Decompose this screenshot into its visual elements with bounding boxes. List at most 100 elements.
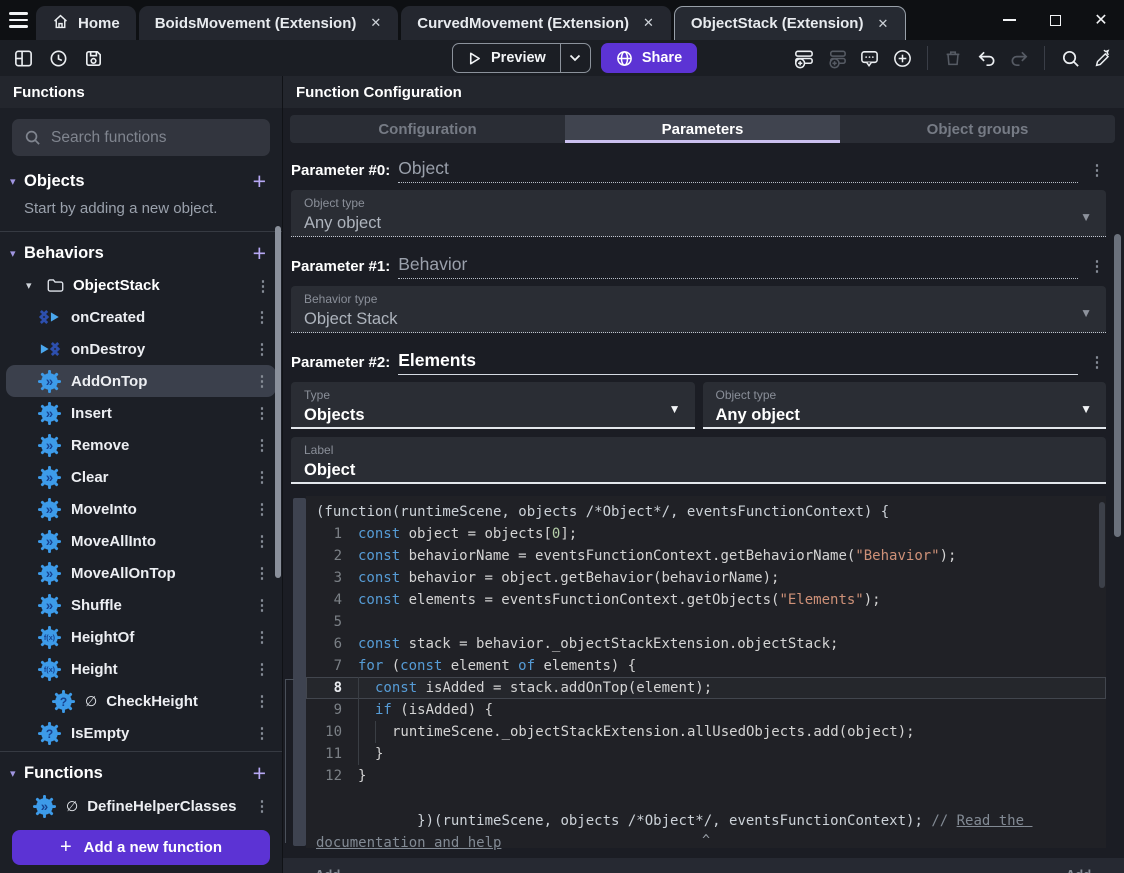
field-value: Objects [304, 406, 365, 424]
section-objects-label: Objects [24, 171, 85, 190]
group-menu-button[interactable]: ⋮ [254, 277, 272, 295]
share-button-label: Share [641, 50, 683, 66]
sidebar-item-clear[interactable]: » Clear ⋮ [6, 461, 276, 493]
item-menu-button[interactable]: ⋮ [253, 500, 271, 518]
edit-magic-pencil-icon[interactable] [1090, 45, 1116, 71]
sidebar-item-definehelperclasses[interactable]: » ∅ DefineHelperClasses ⋮ [6, 790, 276, 822]
add-condition-link[interactable]: Add... [315, 867, 351, 873]
expression-gear-icon: f(x) [38, 657, 61, 681]
add-circle-icon[interactable] [889, 45, 915, 71]
item-menu-button[interactable]: ⋮ [253, 468, 271, 486]
preview-button[interactable]: Preview [452, 43, 591, 73]
item-menu-button[interactable]: ⋮ [253, 692, 271, 710]
save-icon[interactable] [80, 45, 106, 71]
line-content: for (const element of elements) { [358, 655, 636, 677]
sidebar-item-checkheight[interactable]: ? ∅ CheckHeight ⋮ [6, 685, 276, 717]
parameter-name-input[interactable]: Elements [398, 350, 1078, 375]
tab-object-groups[interactable]: Object groups [840, 115, 1115, 143]
panels-layout-icon[interactable] [10, 45, 36, 71]
close-tab-icon[interactable]: ✕ [642, 15, 655, 31]
maximize-button[interactable] [1032, 0, 1078, 40]
delete-icon[interactable] [940, 45, 966, 71]
sidebar-item-addontop[interactable]: » AddOnTop ⋮ [6, 365, 276, 397]
add-event-icon[interactable] [790, 45, 816, 71]
editor-resize-handle[interactable]: ^ [702, 834, 710, 847]
sidebar-item-moveinto[interactable]: » MoveInto ⋮ [6, 493, 276, 525]
section-behaviors[interactable]: ▾ Behaviors + [0, 236, 282, 270]
tab-configuration[interactable]: Configuration [290, 115, 565, 143]
add-object-button[interactable]: + [253, 170, 266, 193]
add-action-link[interactable]: Add... [1066, 867, 1102, 873]
sidebar-item-ondestroy[interactable]: onDestroy ⋮ [6, 333, 276, 365]
preview-button-main[interactable]: Preview [453, 50, 560, 66]
select-object-type[interactable]: Object type Any object ▼ [291, 190, 1106, 237]
sidebar-item-height[interactable]: f(x) Height ⋮ [6, 653, 276, 685]
toolbar-separator [1044, 46, 1045, 70]
close-tab-icon[interactable]: ✕ [876, 16, 889, 32]
redo-icon[interactable] [1006, 45, 1032, 71]
item-menu-button[interactable]: ⋮ [253, 596, 271, 614]
add-comment-icon[interactable] [856, 45, 882, 71]
event-drag-handle[interactable] [293, 498, 306, 846]
add-function-plus-button[interactable]: + [253, 762, 266, 785]
section-functions[interactable]: ▾ Functions + [0, 756, 282, 790]
select-behavior-type[interactable]: Behavior type Object Stack ▼ [291, 286, 1106, 333]
tab-boidsmovement-extension-[interactable]: BoidsMovement (Extension) ✕ [138, 6, 399, 40]
tab-curvedmovement-extension-[interactable]: CurvedMovement (Extension) ✕ [401, 6, 671, 40]
tab-home[interactable]: Home [36, 6, 136, 40]
parameter-name-input[interactable]: Behavior [398, 254, 1078, 279]
search-functions-input[interactable] [51, 128, 258, 147]
history-icon[interactable] [45, 45, 71, 71]
main-menu-button[interactable] [0, 0, 36, 40]
sidebar-item-moveallinto[interactable]: » MoveAllInto ⋮ [6, 525, 276, 557]
section-objects[interactable]: ▾ Objects + [0, 164, 282, 198]
item-menu-button[interactable]: ⋮ [253, 564, 271, 582]
close-tab-icon[interactable]: ✕ [369, 15, 382, 31]
javascript-code-event: (function(runtimeScene, objects /*Object… [285, 496, 1106, 851]
item-menu-button[interactable]: ⋮ [253, 660, 271, 678]
sidebar-item-moveallontop[interactable]: » MoveAllOnTop ⋮ [6, 557, 276, 589]
close-window-button[interactable]: ✕ [1078, 0, 1124, 40]
item-menu-button[interactable]: ⋮ [253, 532, 271, 550]
tab-parameters[interactable]: Parameters [565, 115, 840, 143]
sidebar-item-label: Clear [71, 468, 109, 486]
parameter-menu-button[interactable]: ⋮ [1088, 161, 1106, 183]
sidebar-item-heightof[interactable]: f(x) HeightOf ⋮ [6, 621, 276, 653]
search-functions-box[interactable] [12, 119, 270, 156]
add-new-function-button[interactable]: + Add a new function [12, 830, 270, 865]
item-menu-button[interactable]: ⋮ [253, 436, 271, 454]
item-menu-button[interactable]: ⋮ [253, 340, 271, 358]
action-gear-icon: » [38, 433, 61, 457]
item-menu-button[interactable]: ⋮ [253, 404, 271, 422]
item-menu-button[interactable]: ⋮ [253, 724, 271, 742]
sidebar-item-oncreated[interactable]: onCreated ⋮ [6, 301, 276, 333]
search-icon[interactable] [1057, 45, 1083, 71]
item-menu-button[interactable]: ⋮ [253, 372, 271, 390]
item-menu-button[interactable]: ⋮ [253, 308, 271, 326]
add-behavior-button[interactable]: + [253, 242, 266, 265]
add-subevent-icon[interactable] [823, 45, 849, 71]
item-menu-button[interactable]: ⋮ [253, 628, 271, 646]
parameter-name-input[interactable]: Object [398, 158, 1078, 183]
share-button[interactable]: Share [600, 43, 698, 73]
sidebar-item-shuffle[interactable]: » Shuffle ⋮ [6, 589, 276, 621]
select-type[interactable]: Type Objects ▼ [291, 382, 695, 429]
preview-options-dropdown[interactable] [559, 44, 590, 72]
sidebar-scrollbar[interactable] [275, 226, 281, 578]
undo-icon[interactable] [973, 45, 999, 71]
minimize-button[interactable] [986, 0, 1032, 40]
parameter-menu-button[interactable]: ⋮ [1088, 257, 1106, 279]
main-scrollbar[interactable] [1114, 234, 1121, 537]
tab-objectstack-extension-[interactable]: ObjectStack (Extension) ✕ [673, 6, 907, 40]
parameter-menu-button[interactable]: ⋮ [1088, 353, 1106, 375]
select-object-type[interactable]: Object type Any object ▼ [702, 382, 1106, 429]
editor-scrollbar[interactable] [1099, 502, 1105, 588]
sidebar-item-insert[interactable]: » Insert ⋮ [6, 397, 276, 429]
sidebar-item-isempty[interactable]: ? IsEmpty ⋮ [6, 717, 276, 749]
behavior-group-objectstack[interactable]: ▾ ObjectStack ⋮ [0, 270, 282, 301]
input-label[interactable]: Label Object [291, 437, 1106, 484]
sidebar-item-remove[interactable]: » Remove ⋮ [6, 429, 276, 461]
code-editor[interactable]: (function(runtimeScene, objects /*Object… [306, 496, 1106, 851]
item-menu-button[interactable]: ⋮ [253, 797, 271, 815]
sidebar-item-containsbetween[interactable]: ?ContainsBetween⋮ [6, 822, 276, 824]
